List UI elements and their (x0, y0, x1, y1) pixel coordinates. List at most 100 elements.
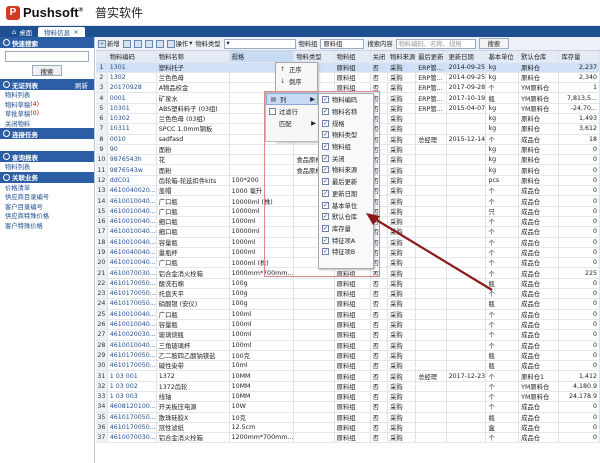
table-cell[interactable]: 采购 (387, 237, 417, 248)
table-cell[interactable]: 0 (558, 257, 600, 269)
table-cell[interactable] (293, 309, 335, 320)
table-cell[interactable] (446, 319, 487, 331)
sidebar-item-customer-catalog[interactable]: 客户目录编号 (0, 202, 94, 212)
table-cell[interactable]: 0 (558, 154, 600, 166)
sidebar-search-input[interactable] (5, 51, 89, 62)
column-option-checkbox[interactable]: ✓ (322, 236, 329, 244)
table-cell[interactable]: 否 (370, 288, 389, 300)
table-cell[interactable]: 4608120100... (107, 401, 157, 413)
table-cell[interactable] (415, 319, 447, 331)
table-cell[interactable] (293, 288, 335, 300)
table-cell[interactable]: 散珠硅胶X (156, 412, 230, 423)
table-row[interactable]: 22 4610170050... 酸洗石棉 100g 原料组否采购 瓶成品仓 0 (96, 278, 600, 290)
table-cell[interactable]: 100ml (229, 309, 295, 320)
table-row[interactable]: 37 4610070030... 铝合金消火栓箱 1200mm*700mm... 原料组… (96, 432, 600, 444)
table-cell[interactable]: 1200mm*700mm... (229, 432, 295, 444)
table-cell[interactable]: 个 (485, 381, 520, 393)
table-cell[interactable]: 否 (370, 309, 389, 320)
table-cell[interactable] (446, 340, 487, 351)
table-cell[interactable]: 10311 (107, 123, 157, 135)
match-item[interactable]: 匹配 ▶ (266, 117, 318, 129)
table-cell[interactable]: 否 (370, 391, 389, 403)
export-icon[interactable] (133, 39, 142, 48)
column-header[interactable]: 物料组 (334, 51, 371, 63)
column-option-item[interactable]: ✓ 特征项A (319, 234, 373, 246)
table-cell[interactable]: 4610010040... (107, 257, 157, 269)
table-cell[interactable]: 总经理 (415, 370, 447, 382)
table-cell[interactable]: 18 (558, 134, 600, 145)
table-cell[interactable]: 2015-12-14 (446, 134, 487, 145)
column-header[interactable]: 默认仓库 (518, 51, 560, 63)
table-cell[interactable]: SPCC 1.0mm钢板 (156, 123, 230, 135)
table-cell[interactable] (446, 401, 487, 413)
table-cell[interactable]: 广口瓶 (156, 257, 230, 269)
table-cell[interactable]: 否 (370, 350, 389, 362)
table-cell[interactable]: 10克 (229, 412, 295, 423)
table-cell[interactable]: 0 (558, 422, 600, 434)
table-cell[interactable]: 12.5cm (229, 422, 295, 434)
table-cell[interactable]: 个 (485, 237, 520, 248)
table-cell[interactable] (446, 432, 487, 444)
table-cell[interactable]: 成品仓 (518, 237, 560, 248)
table-cell[interactable] (446, 175, 487, 187)
table-cell[interactable]: 成品仓 (518, 401, 560, 413)
table-cell[interactable] (415, 432, 447, 444)
column-option-checkbox[interactable]: ✓ (322, 119, 329, 127)
table-cell[interactable]: ddC01 (107, 175, 157, 187)
table-cell[interactable] (446, 113, 487, 125)
table-cell[interactable]: 成品仓 (518, 134, 560, 145)
table-cell[interactable] (293, 278, 335, 290)
table-cell[interactable] (415, 381, 447, 393)
column-option-checkbox[interactable]: ✓ (322, 96, 329, 104)
table-cell[interactable]: 乙二胺四乙酸钠镁盐 (156, 350, 230, 362)
table-cell[interactable] (446, 195, 487, 207)
table-cell[interactable]: 原料组 (334, 412, 371, 423)
table-cell[interactable]: 原料组 (334, 360, 371, 372)
column-header[interactable]: 基本单位 (485, 51, 520, 63)
column-option-item[interactable]: ✓ 物料编码 (319, 94, 373, 106)
table-cell[interactable]: 个 (485, 247, 520, 259)
table-cell[interactable] (415, 257, 447, 269)
table-cell[interactable]: 4610010040... (107, 226, 157, 238)
table-cell[interactable]: YM原料仓 (518, 381, 560, 393)
sidebar-item-price-list[interactable]: 价格清单 (0, 183, 94, 193)
sidebar-item-material-draft[interactable]: 物料草稿 (4) (0, 100, 94, 110)
table-cell[interactable] (415, 298, 447, 310)
table-cell[interactable]: 采购 (387, 257, 417, 269)
table-cell[interactable]: kg (485, 113, 520, 125)
sort-desc-item[interactable]: ↓ 倒序 (276, 75, 317, 87)
table-cell[interactable]: 容量瓶 (156, 319, 230, 331)
table-cell[interactable]: 否 (370, 278, 389, 290)
table-cell[interactable]: 4610010040... (107, 216, 157, 228)
table-row[interactable]: 1 1301 塑料托子 原料组否采购 ERP管... 2014-09-25 kg 原料仓 2,2… (96, 62, 600, 73)
table-cell[interactable]: 0 (558, 401, 600, 413)
table-cell[interactable]: 100g (229, 278, 295, 290)
column-option-checkbox[interactable]: ✓ (322, 178, 329, 186)
table-cell[interactable] (293, 319, 335, 331)
table-cell[interactable]: 采购 (387, 278, 417, 290)
table-cell[interactable]: 4610010040... (107, 340, 157, 351)
table-cell[interactable]: 4610170050... (107, 288, 157, 300)
table-cell[interactable]: 成品仓 (518, 195, 560, 207)
column-header[interactable]: 关闭 (370, 51, 389, 63)
table-cell[interactable]: 4610070030... (107, 432, 157, 444)
table-cell[interactable]: 0 (558, 237, 600, 248)
table-cell[interactable]: 开关板压电源 (156, 401, 230, 413)
table-cell[interactable]: 原料仓 (518, 123, 560, 135)
table-cell[interactable]: 原料仓 (518, 113, 560, 125)
table-cell[interactable]: 4610170050... (107, 422, 157, 434)
table-cell[interactable]: 瓶 (485, 360, 520, 372)
table-cell[interactable]: 采购 (387, 350, 417, 362)
table-cell[interactable]: 4610170050... (107, 298, 157, 310)
table-cell[interactable]: 瓶 (485, 350, 520, 362)
table-cell[interactable]: 成品仓 (518, 340, 560, 351)
table-cell[interactable]: 2017-10-19 (446, 92, 487, 104)
table-cell[interactable]: 采购 (387, 144, 417, 156)
table-cell[interactable]: 2,237 (558, 62, 600, 73)
table-cell[interactable]: 个 (485, 340, 520, 351)
table-cell[interactable] (293, 340, 335, 351)
table-cell[interactable]: 1 03 003 (107, 391, 157, 403)
table-cell[interactable]: 托盘天平 (156, 288, 230, 300)
table-cell[interactable]: 成品仓 (518, 185, 560, 197)
table-cell[interactable]: 10MM (229, 391, 295, 403)
